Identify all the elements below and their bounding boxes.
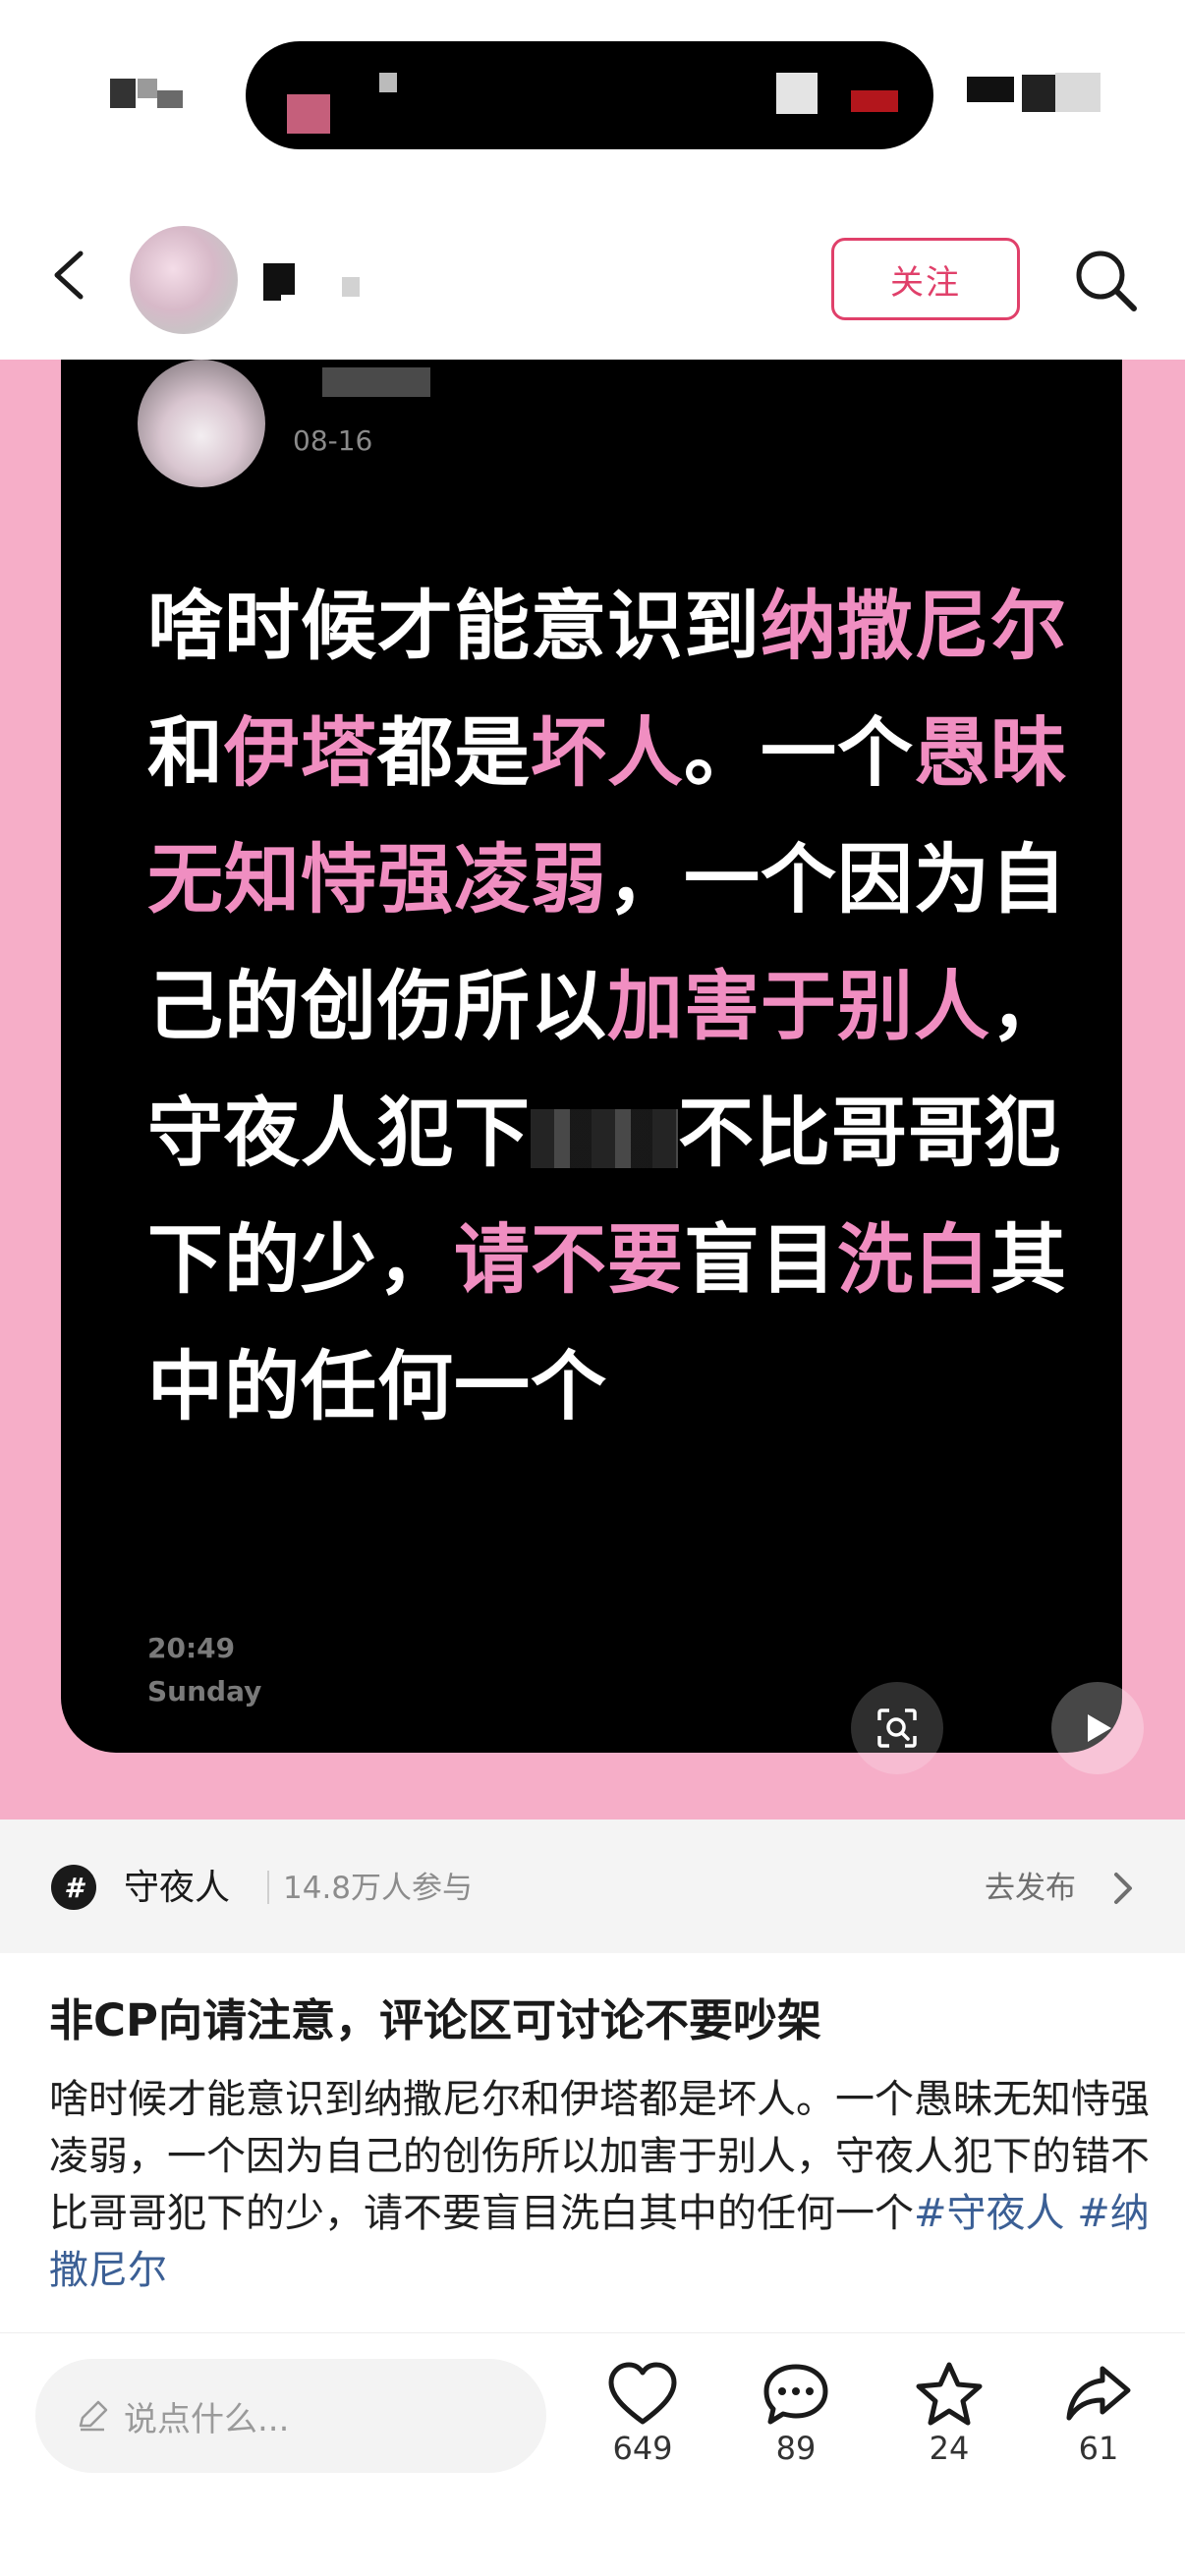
card-text-segment: 和 bbox=[147, 710, 224, 798]
pencil-icon bbox=[79, 2400, 108, 2432]
author-avatar[interactable] bbox=[130, 226, 238, 334]
highlighted-text: 坏人 bbox=[531, 710, 684, 798]
search-button[interactable] bbox=[1071, 246, 1140, 314]
card-text-segment: 盲目 bbox=[684, 1217, 837, 1305]
card-text: 啥时候才能意识到纳撒尼尔和伊塔都是坏人。一个愚昧无知恃强凌弱，一个因为自己的创伤… bbox=[147, 564, 1091, 1451]
card-date: 08-16 bbox=[293, 424, 373, 457]
post-media[interactable]: 08-16 啥时候才能意识到纳撒尼尔和伊塔都是坏人。一个愚昧无知恃强凌弱，一个因… bbox=[0, 360, 1185, 1820]
hashtag-link[interactable]: #守夜人 bbox=[914, 2191, 1065, 2236]
status-pixel-block bbox=[1055, 73, 1100, 112]
like-button[interactable]: 649 bbox=[584, 2361, 702, 2467]
favorite-count: 24 bbox=[929, 2430, 970, 2467]
highlighted-text: 纳撒尼尔 bbox=[761, 584, 1067, 671]
comment-button[interactable]: 89 bbox=[737, 2361, 855, 2467]
censored-text bbox=[531, 1109, 678, 1168]
card-text-segment: 啥时候才能意识到 bbox=[147, 584, 761, 671]
status-pixel-block bbox=[1022, 75, 1055, 112]
share-icon bbox=[1066, 2366, 1131, 2421]
card-time: 20:49 bbox=[147, 1632, 236, 1664]
heart-icon bbox=[608, 2362, 677, 2425]
topic-participants: 14.8万人参与 bbox=[283, 1871, 474, 1906]
card-name-censored bbox=[322, 367, 430, 397]
post-title: 非CP向请注意，评论区可讨论不要吵架 bbox=[49, 1994, 822, 2046]
status-pixel-block bbox=[138, 79, 157, 98]
play-button[interactable] bbox=[1051, 1682, 1144, 1774]
post-body: 啥时候才能意识到纳撒尼尔和伊塔都是坏人。一个愚昧无知恃强凌弱，一个因为自己的创伤… bbox=[49, 2071, 1150, 2299]
star-icon bbox=[916, 2362, 983, 2426]
hashtag-icon: # bbox=[51, 1865, 96, 1910]
chevron-right-icon[interactable] bbox=[1108, 1869, 1138, 1908]
card-avatar bbox=[138, 360, 265, 487]
comment-icon bbox=[763, 2364, 828, 2425]
comment-input[interactable]: 说点什么... bbox=[35, 2359, 546, 2473]
go-publish-link[interactable]: 去发布 bbox=[985, 1863, 1076, 1907]
scan-icon bbox=[877, 1708, 917, 1748]
topic-name[interactable]: 守夜人 bbox=[124, 1859, 230, 1910]
status-pixel-block bbox=[851, 90, 898, 112]
status-pixel-block bbox=[157, 90, 183, 108]
like-count: 649 bbox=[612, 2430, 673, 2467]
highlighted-text: 洗白 bbox=[837, 1217, 990, 1305]
back-arrow-icon bbox=[54, 251, 84, 300]
post-header: 关注 bbox=[0, 187, 1185, 360]
status-bar bbox=[0, 0, 1185, 187]
divider bbox=[267, 1871, 269, 1904]
follow-button[interactable]: 关注 bbox=[831, 238, 1020, 320]
favorite-button[interactable]: 24 bbox=[890, 2361, 1008, 2467]
search-icon bbox=[1076, 251, 1137, 311]
card-timestamp: 20:49 Sunday bbox=[147, 1627, 261, 1713]
dynamic-island bbox=[246, 41, 933, 149]
back-button[interactable] bbox=[39, 246, 98, 305]
status-pixel-block bbox=[776, 73, 818, 114]
card-text-segment: 都是 bbox=[377, 710, 531, 798]
comment-count: 89 bbox=[775, 2430, 817, 2467]
status-pixel-block bbox=[287, 94, 330, 134]
status-pixel-block bbox=[110, 79, 136, 108]
image-card: 08-16 啥时候才能意识到纳撒尼尔和伊塔都是坏人。一个愚昧无知恃强凌弱，一个因… bbox=[61, 360, 1122, 1753]
comment-placeholder: 说点什么... bbox=[124, 2399, 290, 2439]
highlighted-text: 加害于别人 bbox=[607, 964, 990, 1051]
play-icon bbox=[1088, 1714, 1111, 1742]
card-day: Sunday bbox=[147, 1675, 262, 1708]
card-text-segment: 。一个 bbox=[684, 710, 914, 798]
bottom-action-bar: 说点什么... 649 89 24 61 bbox=[0, 2332, 1185, 2576]
highlighted-text: 伊塔 bbox=[224, 710, 377, 798]
topic-bar[interactable]: # 守夜人 14.8万人参与 去发布 bbox=[0, 1820, 1185, 1953]
status-pixel-block bbox=[967, 77, 1014, 102]
author-name-censored[interactable] bbox=[263, 263, 371, 301]
status-pixel-block bbox=[379, 73, 397, 92]
scan-button[interactable] bbox=[851, 1682, 943, 1774]
share-count: 61 bbox=[1078, 2430, 1119, 2467]
share-button[interactable]: 61 bbox=[1040, 2361, 1157, 2467]
highlighted-text: 请不要 bbox=[454, 1217, 684, 1305]
